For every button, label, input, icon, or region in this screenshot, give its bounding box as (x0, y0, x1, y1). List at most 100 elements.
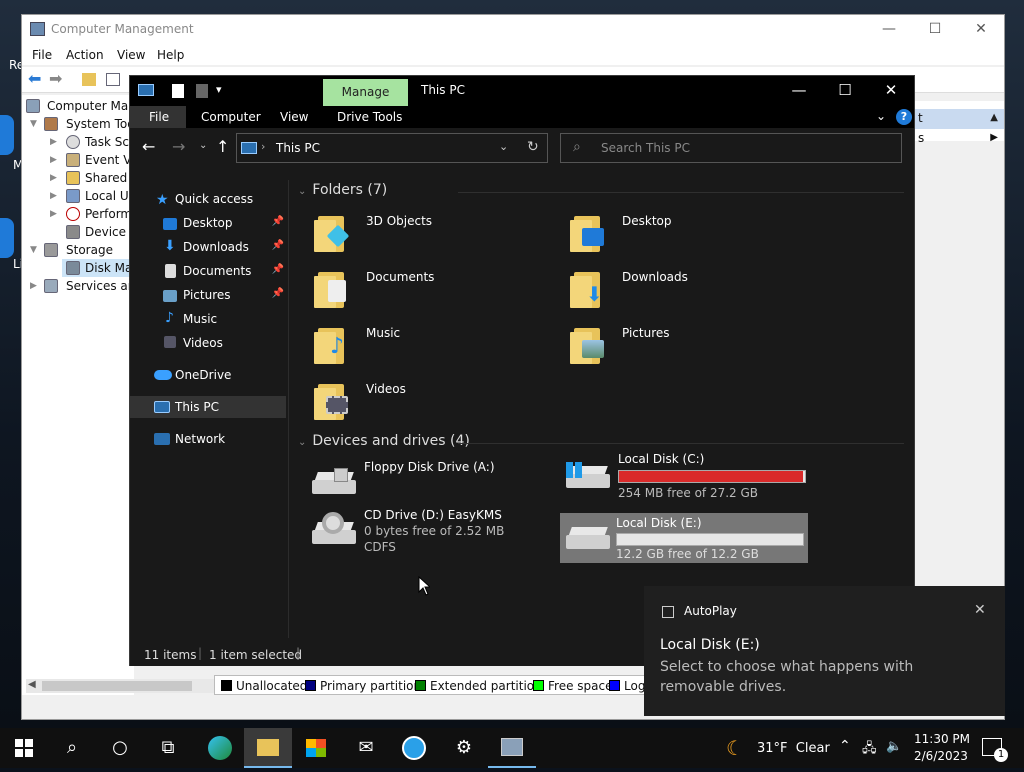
back-arrow-icon[interactable]: ⬅ (28, 69, 41, 88)
chevron-right-icon[interactable]: ▶ (50, 173, 57, 183)
actions-header[interactable]: t ▲ (914, 109, 1004, 129)
search-box[interactable]: ⌕ Search This PC (560, 133, 902, 163)
search-button[interactable]: ⌕ (48, 728, 96, 768)
cm-maximize-button[interactable]: ☐ (912, 15, 958, 45)
nav-music[interactable]: Music (183, 308, 217, 330)
edge-button[interactable] (196, 728, 244, 768)
chevron-right-icon[interactable]: ▶ (50, 209, 57, 219)
folder-item[interactable]: 3D Objects (314, 208, 554, 258)
app-button[interactable] (390, 728, 438, 768)
settings-button[interactable]: ⚙ (440, 728, 488, 768)
ribbon-tab-view[interactable]: View (280, 110, 308, 124)
ribbon-tab-file[interactable]: File (130, 106, 186, 128)
autoplay-notification[interactable]: AutoPlay ✕ Local Disk (E:) Select to cho… (644, 586, 1005, 716)
drive-item-e-selected[interactable]: Local Disk (E:) 12.2 GB free of 12.2 GB (560, 513, 808, 563)
task-view-button[interactable]: ⧉ (144, 728, 192, 768)
cm-minimize-button[interactable]: — (866, 15, 912, 45)
nav-network[interactable]: Network (175, 428, 225, 450)
nav-this-pc[interactable]: This PC (175, 396, 219, 418)
chevron-right-icon[interactable]: ▶ (30, 281, 37, 291)
folder-item[interactable]: Pictures (570, 320, 810, 370)
chevron-right-icon[interactable]: ▶ (990, 132, 998, 143)
tree-node[interactable]: Storage (66, 241, 113, 259)
ribbon-tab-computer[interactable]: Computer (201, 110, 261, 124)
nav-pictures[interactable]: Pictures (183, 284, 231, 306)
nav-onedrive[interactable]: OneDrive (175, 364, 231, 386)
refresh-icon[interactable]: ↻ (527, 139, 539, 155)
pin-icon[interactable]: 📌 (272, 216, 284, 227)
tree-node[interactable]: Computer Man (47, 97, 136, 115)
drive-item-cd[interactable]: CD Drive (D:) EasyKMS 0 bytes free of 2.… (312, 508, 562, 560)
scroll-left-icon[interactable]: ◀ (28, 679, 36, 690)
forward-arrow-icon[interactable]: ➡ (49, 69, 62, 88)
recent-locations-icon[interactable]: ⌄ (199, 140, 207, 151)
nav-videos[interactable]: Videos (183, 332, 223, 354)
pin-icon[interactable]: 📌 (272, 288, 284, 299)
chevron-right-icon[interactable]: ▶ (50, 155, 57, 165)
pin-icon[interactable]: 📌 (272, 240, 284, 251)
mail-button[interactable]: ✉ (342, 728, 390, 768)
actions-item-label[interactable]: s (918, 131, 924, 145)
network-icon[interactable]: 🖧 (862, 739, 877, 761)
weather-text[interactable]: 31°F Clear (757, 741, 830, 756)
cm-title-bar[interactable]: Computer Management — ☐ ✕ (22, 15, 1004, 45)
cm-menu-action[interactable]: Action (66, 48, 104, 62)
folders-section-header[interactable]: ⌄ Folders (7) (298, 182, 387, 198)
forward-arrow-icon[interactable]: → (172, 137, 185, 156)
cm-menu-view[interactable]: View (117, 48, 145, 62)
folder-item[interactable]: ♪ Music (314, 320, 554, 370)
chevron-right-icon[interactable]: ▶ (50, 191, 57, 201)
chevron-right-icon[interactable]: ▶ (50, 137, 57, 147)
cortana-button[interactable]: ○ (96, 728, 144, 768)
explorer-minimize-button[interactable]: — (776, 76, 822, 106)
chevron-down-icon[interactable]: ▼ (30, 245, 37, 255)
start-button[interactable] (0, 728, 48, 768)
cm-menu-file[interactable]: File (32, 48, 52, 62)
close-icon[interactable]: ✕ (974, 602, 986, 618)
nav-quick-access[interactable]: Quick access (175, 188, 253, 210)
back-arrow-icon[interactable]: ← (142, 137, 155, 156)
address-box[interactable]: › This PC ⌄ ↻ (236, 133, 548, 163)
folder-item[interactable]: Videos (314, 376, 554, 426)
ribbon-tab-drive-tools[interactable]: Drive Tools (337, 110, 402, 124)
chevron-up-icon[interactable]: ▲ (990, 112, 998, 123)
folder-item[interactable]: ⬇ Downloads (570, 264, 810, 314)
properties-icon[interactable] (172, 84, 184, 98)
cm-menu-help[interactable]: Help (157, 48, 184, 62)
computer-management-button[interactable] (488, 728, 536, 768)
clock-time[interactable]: 11:30 PM (914, 732, 970, 746)
help-icon[interactable]: ? (896, 109, 912, 125)
explorer-close-button[interactable]: ✕ (868, 76, 914, 106)
pin-icon[interactable]: 📌 (272, 264, 284, 275)
new-folder-icon[interactable] (196, 84, 208, 98)
drive-item-floppy[interactable]: Floppy Disk Drive (A:) (312, 458, 562, 510)
breadcrumb[interactable]: This PC (276, 141, 320, 155)
up-folder-icon[interactable] (82, 73, 96, 86)
explorer-title-bar[interactable]: ▾ Manage This PC — ☐ ✕ (130, 76, 914, 106)
expand-ribbon-icon[interactable]: ⌄ (876, 109, 886, 123)
tree-node[interactable]: Local Us (85, 187, 135, 205)
folder-item[interactable]: Documents (314, 264, 554, 314)
address-dropdown-icon[interactable]: ⌄ (499, 140, 508, 153)
nav-documents[interactable]: Documents (183, 260, 251, 282)
volume-muted-icon[interactable]: 🔈 (886, 739, 902, 754)
file-explorer-button[interactable] (244, 728, 292, 768)
chevron-down-icon[interactable]: ▼ (30, 119, 37, 129)
scrollbar-thumb[interactable] (42, 681, 192, 691)
cm-close-button[interactable]: ✕ (958, 15, 1004, 45)
drives-section-header[interactable]: ⌄ Devices and drives (4) (298, 433, 470, 449)
drive-item-c[interactable]: Local Disk (C:) 254 MB free of 27.2 GB (566, 452, 816, 504)
cm-horizontal-scrollbar[interactable]: ◀ (26, 679, 214, 693)
store-button[interactable] (292, 728, 340, 768)
clock-date[interactable]: 2/6/2023 (914, 749, 968, 763)
explorer-maximize-button[interactable]: ☐ (822, 76, 868, 106)
tree-node[interactable]: Perform (85, 205, 132, 223)
chevron-up-icon[interactable]: ⌃ (839, 738, 851, 754)
desktop-icon[interactable] (0, 218, 14, 258)
nav-downloads[interactable]: Downloads (183, 236, 249, 258)
moon-weather-icon[interactable]: ☾ (726, 736, 744, 760)
desktop-icon[interactable] (0, 115, 14, 155)
up-arrow-icon[interactable]: ↑ (216, 137, 229, 156)
folder-item[interactable]: Desktop (570, 208, 810, 258)
manage-contextual-tab[interactable]: Manage (323, 79, 408, 106)
